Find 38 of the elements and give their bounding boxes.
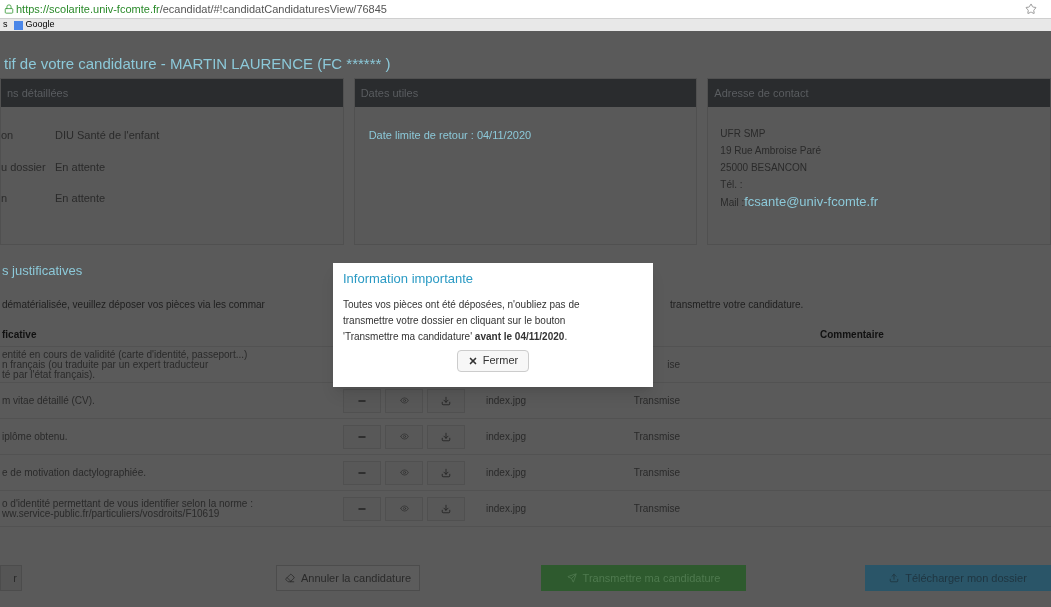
- column-header: ficative: [2, 329, 37, 340]
- download-button[interactable]: [427, 460, 465, 485]
- remove-button[interactable]: [343, 388, 381, 413]
- download-icon: [441, 431, 451, 442]
- view-button[interactable]: [385, 496, 423, 521]
- download-button[interactable]: [427, 388, 465, 413]
- deadline-text: Date limite de retour : 04/11/2020: [368, 128, 533, 143]
- url-text[interactable]: https://scolarite.univ-fcomte.fr/ecandidat/#!candidatCandidaturesView/76845: [16, 0, 387, 18]
- download-icon: [441, 395, 451, 406]
- view-button[interactable]: [385, 388, 423, 413]
- close-button[interactable]: Fermer: [456, 349, 530, 372]
- modal-title: Information importante: [343, 270, 475, 288]
- eye-icon: [399, 504, 409, 513]
- instruction-text: transmettre votre candidature.: [670, 297, 804, 312]
- download-button[interactable]: [427, 424, 465, 449]
- view-button[interactable]: [385, 424, 423, 449]
- send-icon: [566, 573, 577, 583]
- lock-icon: [4, 4, 14, 14]
- page-title: tif de votre candidature - MARTIN LAURENCE (FC ****** ): [4, 54, 391, 74]
- view-button[interactable]: [385, 460, 423, 485]
- section-title: s justificatives: [2, 262, 83, 280]
- download-button[interactable]: [427, 496, 465, 521]
- remove-button[interactable]: [343, 424, 381, 449]
- star-icon[interactable]: [1025, 3, 1037, 15]
- download-icon: [441, 467, 451, 478]
- remove-button[interactable]: [343, 460, 381, 485]
- eye-icon: [399, 432, 409, 441]
- modal-message: Toutes vos pièces ont été déposées, n'oubliez pas de transmettre votre dossier en cliquant sur le bouton 'Transmettre ma candidature' avant le 04/11/2020.: [343, 297, 581, 344]
- column-header: Commentaire: [820, 328, 884, 342]
- remove-button[interactable]: [343, 496, 381, 521]
- bookmark-link[interactable]: s: [3, 18, 8, 32]
- eye-icon: [399, 396, 409, 405]
- download-icon: [441, 503, 451, 514]
- close-icon: [467, 355, 478, 366]
- eye-icon: [399, 468, 409, 477]
- email-link[interactable]: fcsante@univ-fcomte.fr: [744, 193, 879, 210]
- eraser-icon: [284, 573, 295, 583]
- bookmark-link[interactable]: Google: [13, 18, 55, 32]
